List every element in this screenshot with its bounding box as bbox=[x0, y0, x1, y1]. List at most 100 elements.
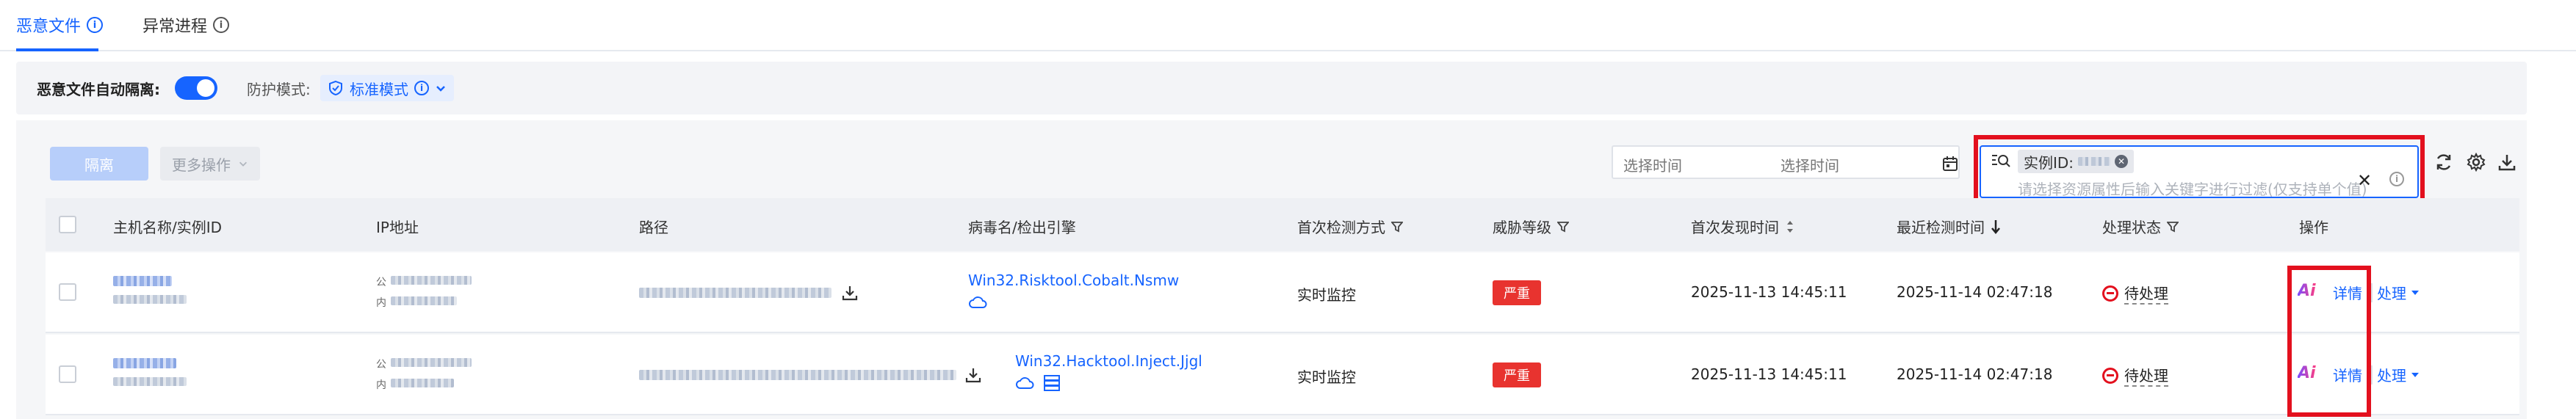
handle-dropdown[interactable]: 处理 bbox=[2377, 364, 2420, 385]
host-name-redacted[interactable] bbox=[113, 276, 172, 286]
info-icon[interactable]: i bbox=[213, 17, 230, 33]
start-time-input[interactable]: 选择时间 bbox=[1623, 154, 1682, 175]
last-detected-time: 2025-11-14 02:47:18 bbox=[1897, 283, 2053, 301]
chevron-down-icon bbox=[239, 161, 247, 167]
column-header-first-found[interactable]: 首次发现时间 bbox=[1691, 216, 1795, 237]
filter-icon[interactable] bbox=[1391, 221, 1403, 233]
column-header-actions: 操作 bbox=[2299, 216, 2328, 237]
severity-badge: 严重 bbox=[1493, 362, 1541, 387]
divider bbox=[2371, 283, 2373, 302]
column-header-host: 主机名称/实例ID bbox=[113, 216, 222, 237]
info-icon[interactable]: i bbox=[87, 17, 104, 33]
more-actions-label: 更多操作 bbox=[172, 156, 231, 174]
first-found-time: 2025-11-13 14:45:11 bbox=[1691, 283, 1847, 301]
download-icon[interactable] bbox=[842, 285, 858, 301]
column-header-ip: IP地址 bbox=[376, 216, 419, 237]
handle-dropdown[interactable]: 处理 bbox=[2377, 282, 2420, 303]
toggle-knob bbox=[197, 79, 214, 97]
filter-icon[interactable] bbox=[1557, 221, 1569, 233]
severity-badge: 严重 bbox=[1493, 280, 1541, 305]
more-actions-dropdown[interactable]: 更多操作 bbox=[160, 147, 260, 181]
column-label: 首次发现时间 bbox=[1691, 219, 1779, 236]
highlight-box-actions bbox=[2287, 266, 2371, 417]
clear-icon[interactable]: ✕ bbox=[2357, 170, 2372, 191]
column-label: 病毒名/检出引擎 bbox=[968, 219, 1076, 236]
public-ip-redacted bbox=[391, 276, 472, 285]
isolate-button[interactable]: 隔离 bbox=[50, 147, 148, 181]
public-ip-prefix: 公 bbox=[376, 277, 386, 288]
column-label: 最近检测时间 bbox=[1897, 219, 1985, 236]
tab-malicious-files[interactable]: 恶意文件 i bbox=[16, 13, 104, 37]
detect-method: 实时监控 bbox=[1297, 286, 1356, 304]
pending-status-icon bbox=[2102, 367, 2118, 384]
info-icon[interactable]: i bbox=[2389, 172, 2404, 186]
public-ip-redacted bbox=[391, 358, 472, 367]
column-header-last-detected[interactable]: 最近检测时间 bbox=[1897, 216, 2001, 237]
sort-desc-icon[interactable] bbox=[1991, 219, 2001, 234]
column-header-status[interactable]: 处理状态 bbox=[2102, 216, 2179, 237]
public-ip-prefix: 公 bbox=[376, 359, 386, 371]
auto-isolation-toggle[interactable] bbox=[175, 76, 217, 100]
last-detected-time: 2025-11-14 02:47:18 bbox=[1897, 365, 2053, 383]
shield-check-icon bbox=[329, 80, 342, 96]
instance-id-redacted bbox=[113, 295, 187, 304]
tab-label: 异常进程 bbox=[142, 18, 208, 36]
cloud-icon bbox=[969, 296, 987, 308]
calendar-icon bbox=[1943, 156, 1958, 171]
auto-isolation-label: 恶意文件自动隔离: bbox=[37, 81, 160, 98]
filter-placeholder: 请选择资源属性后输入关键字进行过滤(仅支持单个值) bbox=[2018, 181, 2367, 198]
status-pending: 待处理 bbox=[2102, 282, 2168, 305]
tag-remove-icon[interactable]: ✕ bbox=[2115, 155, 2129, 168]
private-ip-redacted bbox=[391, 379, 454, 387]
handle-label: 处理 bbox=[2377, 367, 2406, 385]
column-label: 主机名称/实例ID bbox=[113, 219, 223, 236]
column-label: 首次检测方式 bbox=[1297, 219, 1385, 236]
table-row[interactable]: 公 内 Win32.Risktool.Cobalt.Nsmw 实时监控 严重 2… bbox=[46, 252, 2519, 333]
protection-mode-select[interactable]: 标准模式 i bbox=[320, 75, 454, 101]
settings-bar: 恶意文件自动隔离: 防护模式: 标准模式 i bbox=[16, 62, 2527, 114]
download-icon[interactable] bbox=[965, 367, 981, 383]
host-name-redacted[interactable] bbox=[113, 358, 176, 368]
info-icon[interactable]: i bbox=[414, 81, 429, 95]
status-label: 待处理 bbox=[2124, 282, 2168, 305]
table-header: 主机名称/实例ID IP地址 路径 病毒名/检出引擎 首次检测方式 威胁等级 首… bbox=[46, 198, 2519, 251]
column-header-virus: 病毒名/检出引擎 bbox=[968, 216, 1076, 237]
row-checkbox[interactable] bbox=[59, 283, 76, 301]
tab-bar: 恶意文件 i 异常进程 i bbox=[0, 0, 2576, 51]
filter-tag-instance-id[interactable]: 实例ID: ✕ bbox=[2018, 150, 2135, 173]
download-icon[interactable] bbox=[2497, 153, 2517, 172]
virus-name-link[interactable]: Win32.Hacktool.Inject.Jjgl bbox=[1015, 352, 1202, 370]
chevron-down-icon bbox=[436, 86, 445, 92]
gear-icon[interactable] bbox=[2467, 153, 2486, 172]
first-found-time: 2025-11-13 14:45:11 bbox=[1691, 365, 1847, 383]
search-filter-input[interactable]: 实例ID: ✕ 请选择资源属性后输入关键字进行过滤(仅支持单个值) ✕ i bbox=[1980, 145, 2419, 198]
date-range-picker[interactable]: 选择时间 选择时间 bbox=[1612, 145, 1960, 179]
pending-status-icon bbox=[2102, 285, 2118, 302]
refresh-icon[interactable] bbox=[2434, 153, 2453, 172]
active-tab-indicator bbox=[16, 48, 98, 51]
filter-icon[interactable] bbox=[2167, 221, 2179, 233]
handle-label: 处理 bbox=[2377, 285, 2406, 302]
end-time-input[interactable]: 选择时间 bbox=[1781, 154, 1839, 175]
instance-id-redacted bbox=[113, 377, 187, 386]
caret-down-icon bbox=[2411, 372, 2419, 377]
divider bbox=[2371, 365, 2373, 385]
column-label: 处理状态 bbox=[2102, 219, 2161, 236]
protection-mode-label: 防护模式: bbox=[247, 81, 311, 98]
column-header-severity[interactable]: 威胁等级 bbox=[1493, 216, 1569, 237]
database-icon bbox=[1044, 375, 1060, 391]
virus-name-link[interactable]: Win32.Risktool.Cobalt.Nsmw bbox=[968, 272, 1179, 289]
column-header-detect-method[interactable]: 首次检测方式 bbox=[1297, 216, 1403, 237]
private-ip-prefix: 内 bbox=[376, 297, 386, 309]
table-row[interactable]: 公 内 Win32.Hacktool.Inject.Jjgl 实时监控 严重 2… bbox=[46, 335, 2519, 415]
sort-icon[interactable] bbox=[1785, 220, 1795, 233]
column-label: 威胁等级 bbox=[1493, 219, 1551, 236]
tab-label: 恶意文件 bbox=[16, 18, 82, 36]
caret-down-icon bbox=[2411, 290, 2419, 295]
select-all-checkbox[interactable] bbox=[59, 216, 76, 233]
row-checkbox[interactable] bbox=[59, 365, 76, 383]
file-path-redacted bbox=[639, 288, 831, 298]
redacted-value bbox=[2078, 157, 2111, 166]
tab-abnormal-process[interactable]: 异常进程 i bbox=[142, 13, 230, 37]
cloud-icon bbox=[1016, 377, 1034, 389]
